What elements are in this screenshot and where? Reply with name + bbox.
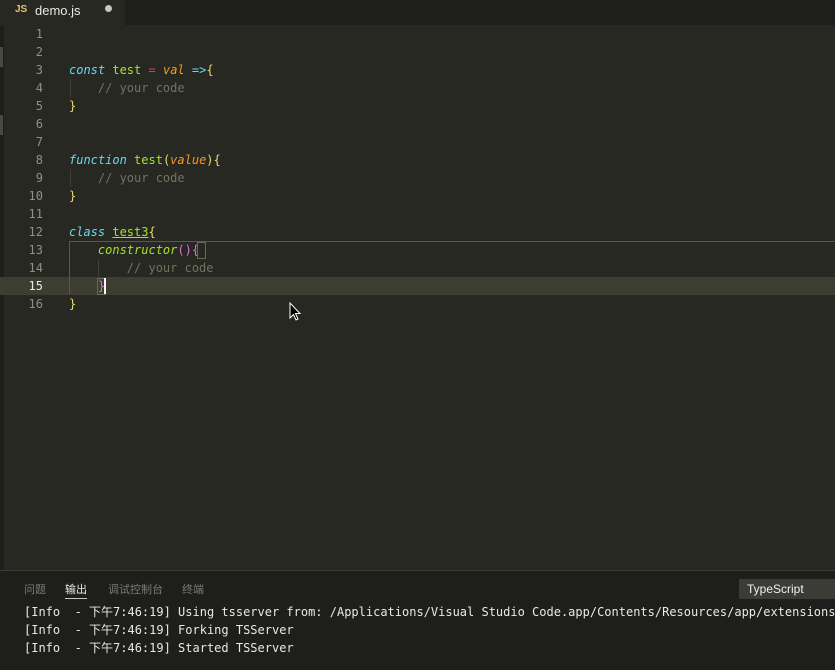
bracket-highlight-outer	[69, 241, 835, 294]
parameter: val	[162, 63, 185, 77]
code-text: }	[69, 295, 76, 313]
brace: {	[148, 225, 156, 239]
code-editor[interactable]: 1 2 3 const test = val =>{4 // your code 5} 6…	[0, 25, 835, 570]
tab-terminal[interactable]: 终端	[182, 581, 204, 597]
code-line[interactable]: 5}	[0, 97, 835, 115]
log-line: [Info - 下午7:46:19] Started TSServer	[24, 641, 294, 655]
mouse-pointer-icon	[289, 302, 302, 321]
line-number: 6	[35, 117, 43, 131]
code-line[interactable]: 11	[0, 205, 835, 223]
identifier: test	[112, 63, 142, 77]
indent-guide	[70, 169, 71, 187]
output-channel-label: TypeScript	[747, 582, 804, 596]
code-line[interactable]: 4 // your code	[0, 79, 835, 97]
bottom-panel: 问题 输出 调试控制台 终端 TypeScript [Info - 下午7:46…	[0, 570, 835, 670]
unsaved-dot-icon[interactable]	[105, 5, 112, 12]
keyword: const	[69, 63, 106, 77]
brace: }	[69, 297, 77, 311]
code-line[interactable]: 8 function test(value){	[0, 151, 835, 169]
line-number: 2	[35, 45, 43, 59]
tab-problems[interactable]: 问题	[24, 581, 46, 597]
code-text: // your code	[69, 79, 185, 97]
code-text: class test3{	[69, 223, 156, 241]
brace: {	[206, 63, 214, 77]
line-number: 4	[35, 81, 43, 95]
code-line[interactable]: 1	[0, 25, 835, 43]
output-channel-select[interactable]: TypeScript	[739, 579, 835, 599]
tab-filename: demo.js	[35, 3, 81, 18]
line-number: 9	[35, 171, 43, 185]
line-number: 1	[35, 27, 43, 41]
identifier: test3	[112, 225, 149, 239]
line-number: 11	[28, 207, 43, 221]
code-line[interactable]: 16}	[0, 295, 835, 313]
code-line[interactable]: 2	[0, 43, 835, 61]
code-line[interactable]: 12 class test3{	[0, 223, 835, 241]
code-line[interactable]: 6	[0, 115, 835, 133]
tab-debug-console[interactable]: 调试控制台	[108, 581, 163, 597]
line-number: 3	[35, 63, 43, 77]
brace: }	[69, 99, 77, 113]
log-line: [Info - 下午7:46:19] Using tsserver from: …	[24, 605, 835, 619]
code-line[interactable]: 10}	[0, 187, 835, 205]
line-number: 16	[28, 297, 43, 311]
operator: =	[148, 63, 156, 77]
code-text: // your code	[69, 169, 185, 187]
code-text: const test = val =>{	[69, 61, 214, 79]
code-line[interactable]: 9 // your code	[0, 169, 835, 187]
code-line[interactable]: 3 const test = val =>{	[0, 61, 835, 79]
line-number: 7	[35, 135, 43, 149]
editor-tab-bar: JS demo.js	[0, 0, 835, 25]
code-text: }	[69, 187, 76, 205]
identifier: test	[134, 153, 163, 167]
text-cursor	[104, 278, 106, 294]
tab-demo-js[interactable]: JS demo.js	[0, 0, 125, 25]
line-number: 15	[28, 279, 43, 293]
brace: }	[69, 189, 77, 203]
log-line: [Info - 下午7:46:19] Forking TSServer	[24, 623, 294, 637]
brace: {	[213, 153, 221, 167]
arrow-operator: =>	[191, 63, 207, 77]
code-line[interactable]: 7	[0, 133, 835, 151]
parameter: value	[170, 153, 207, 167]
bracket-match-open	[197, 242, 206, 259]
keyword: function	[69, 153, 127, 167]
line-number: 10	[28, 189, 43, 203]
tab-output[interactable]: 输出	[65, 581, 87, 597]
comment: // your code	[97, 81, 185, 95]
line-number: 8	[35, 153, 43, 167]
comment: // your code	[97, 171, 185, 185]
line-number: 14	[28, 261, 43, 275]
javascript-file-icon: JS	[15, 4, 28, 15]
keyword: class	[69, 225, 106, 239]
paren: )	[206, 153, 214, 167]
code-text: }	[69, 97, 76, 115]
line-number: 13	[28, 243, 43, 257]
line-number: 5	[35, 99, 43, 113]
line-number: 12	[28, 225, 43, 239]
active-tab-indicator	[65, 598, 87, 599]
code-text: function test(value){	[69, 151, 221, 169]
indent-guide	[70, 79, 71, 97]
